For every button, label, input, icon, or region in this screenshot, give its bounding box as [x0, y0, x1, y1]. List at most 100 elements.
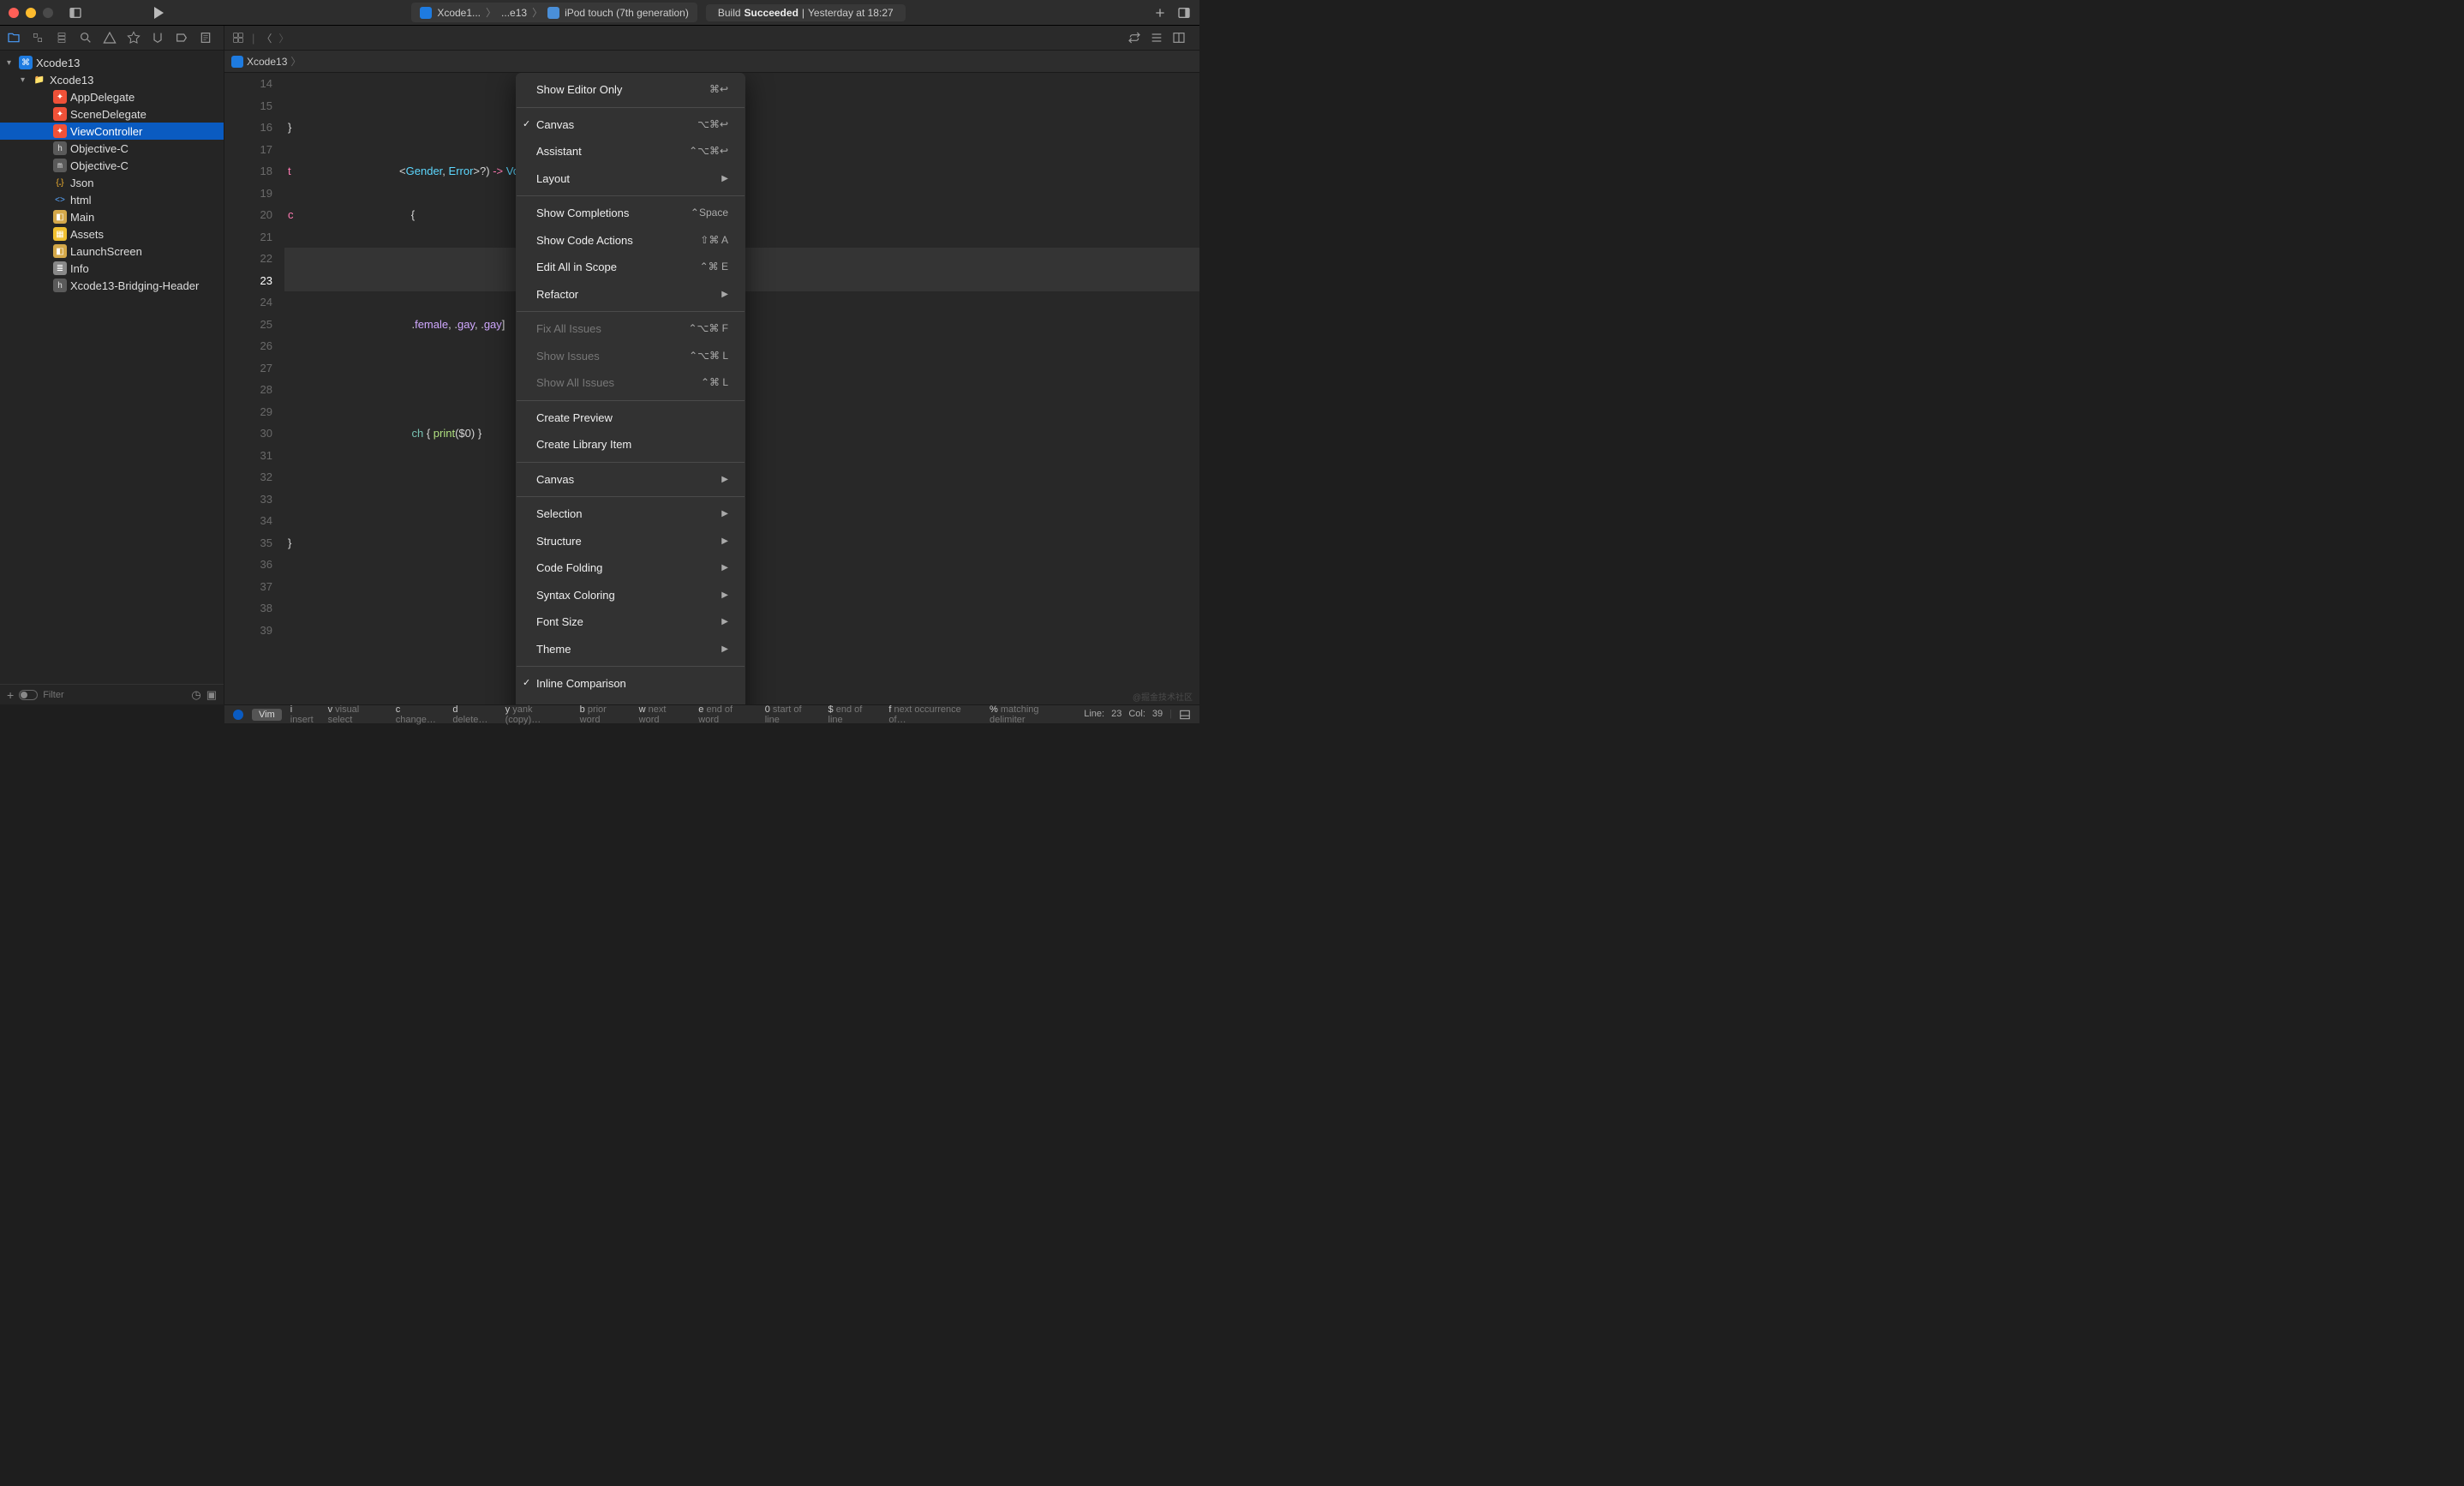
- maximize-window-button[interactable]: [43, 8, 53, 18]
- menu-item-label: Structure: [536, 530, 582, 553]
- menu-item[interactable]: ✓Canvas⌥⌘↩︎: [516, 111, 745, 139]
- add-file-icon[interactable]: +: [7, 688, 14, 702]
- menu-item[interactable]: Selection▶: [516, 500, 745, 528]
- menu-item[interactable]: Show Completions⌃Space: [516, 200, 745, 227]
- menu-item[interactable]: Syntax Coloring▶: [516, 582, 745, 609]
- menu-item[interactable]: Side By Side Comparison: [516, 698, 745, 705]
- menu-item-label: Create Preview: [536, 407, 613, 429]
- issue-navigator-icon[interactable]: [103, 31, 117, 45]
- filter-input[interactable]: [43, 690, 186, 700]
- jump-project: Xcode13: [247, 56, 287, 68]
- file-label: ViewController: [70, 125, 142, 138]
- disclosure-triangle-icon[interactable]: ▾: [21, 75, 29, 85]
- line-number: 22: [224, 248, 272, 270]
- menu-item[interactable]: Create Preview: [516, 404, 745, 432]
- menu-item[interactable]: Assistant⌃⌥⌘↩︎: [516, 138, 745, 165]
- menu-shortcut: ⇧⌘ A: [700, 230, 728, 252]
- file-tree-item[interactable]: {᎐}Json: [0, 174, 224, 191]
- file-tree-item[interactable]: hObjective-C: [0, 140, 224, 157]
- submenu-arrow-icon: ▶: [721, 557, 728, 579]
- vim-hint: v visual select: [328, 704, 386, 725]
- build-result: Succeeded: [745, 7, 798, 19]
- source-control-navigator-icon[interactable]: [31, 31, 45, 45]
- project-navigator-icon[interactable]: [7, 31, 21, 45]
- file-tree-item[interactable]: ✦ViewController: [0, 123, 224, 140]
- menu-item-label: Code Folding: [536, 557, 602, 579]
- line-number: 35: [224, 532, 272, 554]
- menu-item[interactable]: Canvas▶: [516, 466, 745, 494]
- line-number: 24: [224, 291, 272, 314]
- titlebar: Xcode1... 〉 ...e13 〉 iPod touch (7th gen…: [0, 0, 1199, 26]
- scheme-project: Xcode1...: [437, 7, 481, 19]
- file-tree-item[interactable]: ≣Info: [0, 260, 224, 277]
- menu-item[interactable]: Font Size▶: [516, 608, 745, 636]
- scm-filter-icon[interactable]: ▣: [206, 688, 217, 702]
- menu-shortcut: ⌃⌥⌘ F: [688, 318, 728, 340]
- file-tree-item[interactable]: ◧LaunchScreen: [0, 243, 224, 260]
- menu-item[interactable]: Theme▶: [516, 636, 745, 663]
- menu-item[interactable]: Refactor▶: [516, 281, 745, 309]
- cursor-col-label: Col:: [1128, 709, 1145, 721]
- add-editor-icon[interactable]: [1172, 31, 1186, 45]
- editor-context-menu: Show Editor Only⌘↩︎✓Canvas⌥⌘↩︎Assistant⌃…: [516, 73, 745, 704]
- vim-hints: i insertv visual selectc change…d delete…: [290, 704, 1075, 725]
- menu-separator: [517, 462, 745, 463]
- find-navigator-icon[interactable]: [79, 31, 93, 45]
- menu-item: Show All Issues⌃⌘ L: [516, 369, 745, 397]
- line-number: 39: [224, 620, 272, 642]
- disclosure-triangle-icon[interactable]: ▾: [7, 58, 15, 68]
- traffic-lights: [9, 8, 53, 18]
- close-window-button[interactable]: [9, 8, 19, 18]
- report-navigator-icon[interactable]: [199, 31, 212, 45]
- submenu-arrow-icon: ▶: [721, 530, 728, 553]
- file-tree-item[interactable]: <>html: [0, 191, 224, 208]
- test-navigator-icon[interactable]: [127, 31, 141, 45]
- menu-item-label: Assistant: [536, 141, 582, 163]
- debug-indicator-icon[interactable]: [233, 710, 243, 720]
- file-tree-item[interactable]: ▾📁Xcode13: [0, 71, 224, 88]
- menu-item[interactable]: Show Code Actions⇧⌘ A: [516, 227, 745, 255]
- code-editor[interactable]: 1415161718192021222324252627282930313233…: [224, 73, 1199, 704]
- menu-item[interactable]: Create Library Item: [516, 431, 745, 458]
- file-tree-item[interactable]: mObjective-C: [0, 157, 224, 174]
- file-tree-item[interactable]: ◧Main: [0, 208, 224, 225]
- vim-hint: e end of word: [698, 704, 754, 725]
- vim-hint: 0 start of line: [765, 704, 818, 725]
- minimize-window-button[interactable]: [26, 8, 36, 18]
- menu-item[interactable]: ✓Inline Comparison: [516, 670, 745, 698]
- recent-files-icon[interactable]: ◷: [191, 688, 200, 702]
- file-tree-item[interactable]: ✦SceneDelegate: [0, 105, 224, 123]
- live-preview-icon[interactable]: [1127, 31, 1141, 45]
- debug-navigator-icon[interactable]: [151, 31, 164, 45]
- add-icon[interactable]: [1153, 6, 1167, 20]
- related-items-icon[interactable]: [231, 31, 245, 45]
- menu-item-label: Canvas: [536, 469, 574, 491]
- adjust-editor-options-icon[interactable]: [1150, 31, 1163, 45]
- filter-toggle[interactable]: [19, 690, 38, 700]
- menu-item[interactable]: Edit All in Scope⌃⌘ E: [516, 254, 745, 281]
- breakpoint-navigator-icon[interactable]: [175, 31, 188, 45]
- menu-item[interactable]: Code Folding ▶: [516, 554, 745, 582]
- line-number: 18: [224, 160, 272, 183]
- submenu-arrow-icon: ▶: [721, 284, 728, 306]
- nav-back-icon[interactable]: 〈: [261, 31, 272, 45]
- jump-bar[interactable]: Xcode13 〉: [224, 51, 1199, 73]
- symbol-navigator-icon[interactable]: [55, 31, 69, 45]
- file-tree-item[interactable]: hXcode13-Bridging-Header: [0, 277, 224, 294]
- statusbar-panel-icon[interactable]: [1179, 709, 1191, 721]
- file-label: AppDelegate: [70, 91, 135, 104]
- menu-item[interactable]: Show Editor Only⌘↩︎: [516, 76, 745, 104]
- nav-forward-icon[interactable]: 〉: [278, 31, 289, 45]
- file-tree-item[interactable]: ✦AppDelegate: [0, 88, 224, 105]
- run-button[interactable]: [154, 7, 164, 19]
- toggle-navigator-icon[interactable]: [69, 6, 82, 20]
- file-tree-item[interactable]: ▾⌘Xcode13: [0, 54, 224, 71]
- build-status[interactable]: Build Succeeded | Yesterday at 18:27: [706, 4, 906, 21]
- file-tree-item[interactable]: ▦Assets: [0, 225, 224, 243]
- menu-item[interactable]: Structure ▶: [516, 528, 745, 555]
- menu-item[interactable]: Layout▶: [516, 165, 745, 193]
- vim-hint: d delete…: [452, 704, 494, 725]
- project-navigator: ▾⌘Xcode13▾📁Xcode13✦AppDelegate✦SceneDele…: [0, 51, 224, 704]
- scheme-selector[interactable]: Xcode1... 〉 ...e13 〉 iPod touch (7th gen…: [411, 3, 697, 22]
- toggle-inspector-icon[interactable]: [1177, 6, 1191, 20]
